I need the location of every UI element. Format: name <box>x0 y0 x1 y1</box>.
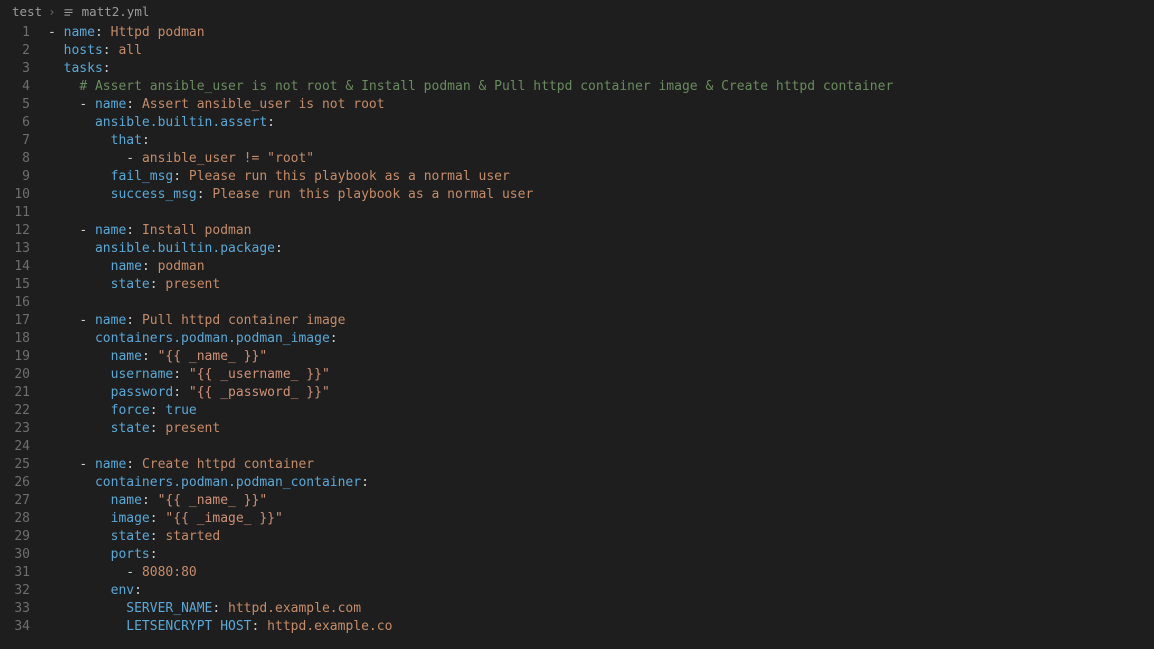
line-number: 20 <box>0 366 30 384</box>
code-line[interactable]: ansible.builtin.assert: <box>48 114 1154 132</box>
line-number: 19 <box>0 348 30 366</box>
code-line[interactable]: name: "{{ _name_ }}" <box>48 492 1154 510</box>
code-line[interactable] <box>48 294 1154 312</box>
code-line[interactable]: - ansible_user != "root" <box>48 150 1154 168</box>
code-line[interactable]: containers.podman.podman_image: <box>48 330 1154 348</box>
line-number: 18 <box>0 330 30 348</box>
line-number: 13 <box>0 240 30 258</box>
line-number: 14 <box>0 258 30 276</box>
code-line[interactable]: ansible.builtin.package: <box>48 240 1154 258</box>
code-line[interactable]: - name: Assert ansible_user is not root <box>48 96 1154 114</box>
code-line[interactable]: env: <box>48 582 1154 600</box>
line-number: 26 <box>0 474 30 492</box>
line-number: 8 <box>0 150 30 168</box>
code-line[interactable]: state: present <box>48 420 1154 438</box>
code-line[interactable]: state: present <box>48 276 1154 294</box>
line-number: 27 <box>0 492 30 510</box>
line-number: 17 <box>0 312 30 330</box>
file-icon <box>62 5 76 19</box>
code-line[interactable]: - name: Install podman <box>48 222 1154 240</box>
line-number: 29 <box>0 528 30 546</box>
breadcrumb-folder[interactable]: test <box>12 3 42 21</box>
code-line[interactable]: username: "{{ _username_ }}" <box>48 366 1154 384</box>
line-number: 2 <box>0 42 30 60</box>
code-editor[interactable]: 1234567891011121314151617181920212223242… <box>0 24 1154 649</box>
line-number: 25 <box>0 456 30 474</box>
code-line[interactable]: password: "{{ _password_ }}" <box>48 384 1154 402</box>
line-number: 28 <box>0 510 30 528</box>
code-area[interactable]: - name: Httpd podman hosts: all tasks: #… <box>48 24 1154 649</box>
line-number: 31 <box>0 564 30 582</box>
line-number: 11 <box>0 204 30 222</box>
code-line[interactable]: # Assert ansible_user is not root & Inst… <box>48 78 1154 96</box>
code-line[interactable]: state: started <box>48 528 1154 546</box>
breadcrumb-file[interactable]: matt2.yml <box>82 3 150 21</box>
line-number: 12 <box>0 222 30 240</box>
line-number: 32 <box>0 582 30 600</box>
code-line[interactable] <box>48 438 1154 456</box>
line-number: 33 <box>0 600 30 618</box>
line-number: 34 <box>0 618 30 636</box>
code-line[interactable]: - 8080:80 <box>48 564 1154 582</box>
line-number: 7 <box>0 132 30 150</box>
code-line[interactable]: name: podman <box>48 258 1154 276</box>
line-number: 24 <box>0 438 30 456</box>
code-line[interactable]: SERVER_NAME: httpd.example.com <box>48 600 1154 618</box>
breadcrumb: test › matt2.yml <box>0 0 1154 24</box>
line-number: 1 <box>0 24 30 42</box>
code-line[interactable]: - name: Create httpd container <box>48 456 1154 474</box>
line-number: 16 <box>0 294 30 312</box>
line-number: 10 <box>0 186 30 204</box>
code-line[interactable]: tasks: <box>48 60 1154 78</box>
code-line[interactable]: ports: <box>48 546 1154 564</box>
code-line[interactable]: that: <box>48 132 1154 150</box>
line-number: 4 <box>0 78 30 96</box>
code-line[interactable]: - name: Httpd podman <box>48 24 1154 42</box>
line-number: 3 <box>0 60 30 78</box>
line-number: 23 <box>0 420 30 438</box>
line-number: 30 <box>0 546 30 564</box>
code-line[interactable] <box>48 204 1154 222</box>
code-line[interactable]: name: "{{ _name_ }}" <box>48 348 1154 366</box>
line-number: 22 <box>0 402 30 420</box>
code-line[interactable]: LETSENCRYPT HOST: httpd.example.co <box>48 618 1154 636</box>
code-line[interactable]: image: "{{ _image_ }}" <box>48 510 1154 528</box>
line-number: 21 <box>0 384 30 402</box>
code-line[interactable]: success_msg: Please run this playbook as… <box>48 186 1154 204</box>
code-line[interactable]: - name: Pull httpd container image <box>48 312 1154 330</box>
code-line[interactable]: containers.podman.podman_container: <box>48 474 1154 492</box>
code-line[interactable]: hosts: all <box>48 42 1154 60</box>
chevron-right-icon: › <box>48 3 56 21</box>
line-number: 9 <box>0 168 30 186</box>
line-number-gutter: 1234567891011121314151617181920212223242… <box>0 24 48 649</box>
line-number: 5 <box>0 96 30 114</box>
code-line[interactable]: force: true <box>48 402 1154 420</box>
code-line[interactable]: fail_msg: Please run this playbook as a … <box>48 168 1154 186</box>
line-number: 15 <box>0 276 30 294</box>
line-number: 6 <box>0 114 30 132</box>
